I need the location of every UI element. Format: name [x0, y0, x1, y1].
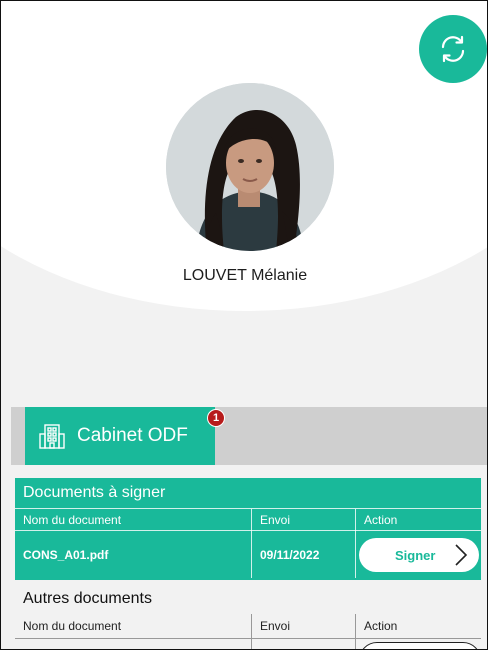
table-row — [15, 638, 481, 649]
column-header-action: Action — [355, 509, 481, 531]
documents-to-sign-header: Nom du document Envoi Action — [15, 508, 481, 531]
sign-button[interactable]: Signer — [359, 538, 479, 572]
app-screen: LOUVET Mélanie Cabinet ODF 1 Documents à… — [0, 0, 488, 650]
column-header-name: Nom du document — [23, 513, 122, 527]
refresh-icon — [441, 35, 465, 63]
other-documents-header: Nom du document Envoi Action — [15, 614, 481, 639]
documents-to-sign-section: Documents à signer Nom du document Envoi… — [15, 478, 481, 580]
cabinet-tab[interactable]: Cabinet ODF 1 — [25, 407, 225, 465]
cabinet-bar: Cabinet ODF 1 — [11, 407, 487, 465]
documents-to-sign-title: Documents à signer — [23, 484, 166, 501]
user-name: LOUVET Mélanie — [182, 267, 308, 284]
column-header-sent: Envoi — [251, 614, 355, 638]
column-header-name: Nom du document — [23, 619, 122, 633]
document-sent-date — [251, 638, 355, 649]
column-header-action: Action — [355, 614, 481, 638]
avatar-photo — [166, 83, 334, 251]
other-documents-title: Autres documents — [23, 590, 152, 607]
sign-button-label: Signer — [395, 547, 436, 563]
cabinet-label: Cabinet ODF — [77, 425, 188, 446]
table-row: CONS_A01.pdf 09/11/2022 Signer — [15, 530, 481, 578]
notification-badge: 1 — [207, 409, 225, 427]
avatar — [166, 83, 334, 251]
document-name[interactable]: CONS_A01.pdf — [23, 531, 249, 578]
column-header-sent: Envoi — [251, 509, 355, 531]
action-button[interactable] — [359, 642, 481, 649]
chevron-right-icon — [455, 544, 468, 566]
building-icon — [37, 421, 67, 451]
document-sent-date: 09/11/2022 — [251, 531, 355, 578]
refresh-button[interactable] — [419, 15, 487, 83]
